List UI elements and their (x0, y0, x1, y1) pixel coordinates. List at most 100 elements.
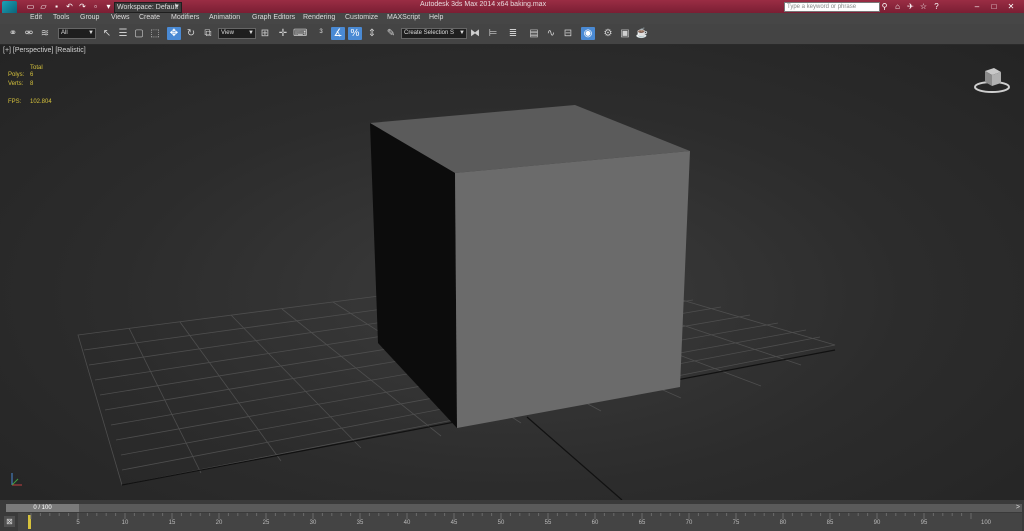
tick-label: 20 (215, 520, 223, 526)
layer-manager-icon[interactable]: ≣ (506, 27, 520, 40)
chevron-down-icon: ▼ (174, 4, 180, 10)
open-file-icon[interactable]: ▱ (39, 2, 48, 11)
communication-center-icon[interactable]: ✈ (906, 2, 915, 11)
new-file-icon[interactable]: ▭ (26, 2, 35, 11)
tick-label: 75 (732, 520, 740, 526)
chevron-down-icon: ▼ (88, 30, 94, 36)
menu-customize[interactable]: Customize (345, 14, 378, 21)
subscription-icon[interactable]: ⌂ (893, 2, 902, 11)
menu-rendering[interactable]: Rendering (303, 14, 335, 21)
select-and-scale-icon[interactable]: ⧉ (201, 27, 215, 40)
tick-label: 100 (980, 520, 992, 526)
select-manipulate-icon[interactable]: ✛ (276, 27, 290, 40)
time-slider[interactable]: 0 / 100 > (6, 504, 1022, 512)
save-file-icon[interactable]: ▪ (52, 2, 61, 11)
quick-access-toolbar: ▭ ▱ ▪ ↶ ↷ ▫ ▾ (26, 2, 113, 11)
menu-bar: Edit Tools Group Views Create Modifiers … (0, 13, 1024, 24)
tick-label: 80 (779, 520, 787, 526)
favorites-icon[interactable]: ☆ (919, 2, 928, 11)
time-slider-thumb[interactable]: 0 / 100 (6, 504, 79, 512)
axis-tripod-icon (11, 473, 22, 486)
percent-snap-icon[interactable]: % (348, 27, 362, 40)
tick-label: 70 (685, 520, 693, 526)
named-selection-value: Create Selection S (404, 30, 455, 36)
align-icon[interactable]: ⊨ (486, 27, 500, 40)
menu-animation[interactable]: Animation (209, 14, 240, 21)
redo-icon[interactable]: ↷ (78, 2, 87, 11)
render-setup-icon[interactable]: ⚙ (601, 27, 615, 40)
menu-help[interactable]: Help (429, 14, 443, 21)
render-production-icon[interactable]: ☕ (635, 27, 649, 40)
edit-named-selection-icon[interactable]: ✎ (384, 27, 398, 40)
selection-filter-value: All (61, 30, 68, 36)
selection-filter-dropdown[interactable]: All ▼ (58, 28, 96, 39)
minimize-icon[interactable]: – (970, 2, 984, 11)
unlink-icon[interactable]: ⚮ (22, 27, 36, 40)
chevron-down-icon: ▼ (459, 30, 465, 36)
help-icon[interactable]: ? (932, 2, 941, 11)
tick-label: 15 (168, 520, 176, 526)
viewcube-icon[interactable] (972, 65, 1012, 95)
tick-label: 60 (591, 520, 599, 526)
tick-label: 95 (920, 520, 928, 526)
select-by-name-icon[interactable]: ☰ (116, 27, 130, 40)
spinner-snap-icon[interactable]: ⇕ (365, 27, 379, 40)
menu-views[interactable]: Views (111, 14, 130, 21)
select-object-icon[interactable]: ↖ (100, 27, 114, 40)
window-title: Autodesk 3ds Max 2014 x64 baking.max (420, 1, 547, 8)
angle-snap-icon[interactable]: ∡ (331, 27, 345, 40)
perspective-viewport[interactable]: [+] [Perspective] [Realistic] Total Poly… (0, 45, 1024, 500)
current-frame: 0 / 100 (33, 505, 52, 511)
window-crossing-icon[interactable]: ⬚ (148, 27, 162, 40)
close-icon[interactable]: ✕ (1004, 2, 1018, 11)
tick-label: 90 (873, 520, 881, 526)
pivot-center-icon[interactable]: ⊞ (258, 27, 272, 40)
select-and-move-icon[interactable]: ✥ (167, 27, 181, 40)
select-and-rotate-icon[interactable]: ↻ (184, 27, 198, 40)
menu-create[interactable]: Create (139, 14, 160, 21)
schematic-view-icon[interactable]: ⊟ (561, 27, 575, 40)
tick-label: 30 (309, 520, 317, 526)
timeline-area: 0 / 100 > ⊠ 5 10 15 20 25 30 35 40 45 50… (0, 500, 1024, 531)
bind-space-warp-icon[interactable]: ≋ (38, 27, 52, 40)
graphite-ribbon-icon[interactable]: ▤ (527, 27, 541, 40)
mirror-icon[interactable]: ⧓ (468, 27, 482, 40)
tick-label: 35 (356, 520, 364, 526)
menu-group[interactable]: Group (80, 14, 99, 21)
window-controls: – □ ✕ (970, 2, 1018, 11)
menu-edit[interactable]: Edit (30, 14, 42, 21)
select-and-link-icon[interactable]: ⚭ (6, 27, 20, 40)
menu-tools[interactable]: Tools (53, 14, 69, 21)
tick-label: 5 (76, 520, 80, 526)
menu-graph-editors[interactable]: Graph Editors (252, 14, 295, 21)
binoculars-icon[interactable]: ⚲ (880, 2, 889, 11)
grid-axis-y (526, 416, 623, 500)
menu-maxscript[interactable]: MAXScript (387, 14, 420, 21)
undo-icon[interactable]: ↶ (65, 2, 74, 11)
customize-dropdown-icon[interactable]: ▾ (104, 2, 113, 11)
project-folder-icon[interactable]: ▫ (91, 2, 100, 11)
tick-labels: 5 10 15 20 25 30 35 40 45 50 55 60 65 70… (6, 513, 1022, 531)
workspace-dropdown[interactable]: Workspace: Default ▼ (114, 2, 182, 13)
tick-label: 85 (826, 520, 834, 526)
rectangular-selection-icon[interactable]: ▢ (132, 27, 146, 40)
keyboard-shortcut-override-icon[interactable]: ⌨ (293, 27, 307, 40)
tick-label: 45 (450, 520, 458, 526)
reference-coordinate-value: View (221, 30, 234, 36)
reference-coordinate-dropdown[interactable]: View ▼ (218, 28, 256, 39)
material-editor-icon[interactable]: ◉ (581, 27, 595, 40)
curve-editor-icon[interactable]: ∿ (544, 27, 558, 40)
next-frame-icon[interactable]: > (1016, 504, 1020, 512)
maximize-icon[interactable]: □ (987, 2, 1001, 11)
search-placeholder: Type a keyword or phrase (787, 4, 857, 10)
search-input[interactable]: Type a keyword or phrase (784, 2, 880, 12)
snaps-toggle-icon[interactable]: ³ (314, 27, 328, 40)
tick-label: 55 (544, 520, 552, 526)
title-bar: ▭ ▱ ▪ ↶ ↷ ▫ ▾ Workspace: Default ▼ Autod… (0, 0, 1024, 16)
named-selection-dropdown[interactable]: Create Selection S ▼ (401, 28, 467, 39)
cube-mesh (370, 105, 690, 428)
tick-label: 10 (121, 520, 129, 526)
menu-modifiers[interactable]: Modifiers (171, 14, 199, 21)
rendered-frame-window-icon[interactable]: ▣ (618, 27, 632, 40)
info-center-toolbar: ⚲ ⌂ ✈ ☆ ? (880, 2, 941, 11)
